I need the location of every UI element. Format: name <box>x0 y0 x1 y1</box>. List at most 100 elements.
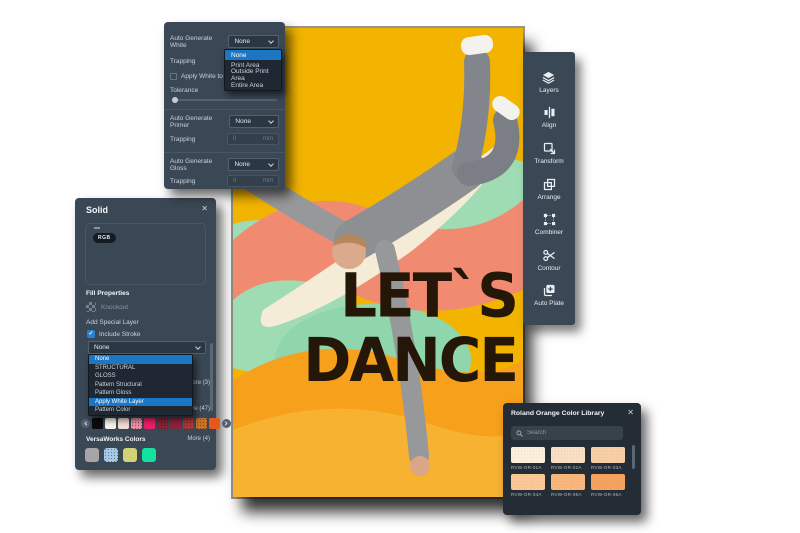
tool-transform[interactable]: Transform <box>534 141 563 165</box>
fill-color-preview[interactable]: RGB <box>85 223 206 285</box>
library-swatch-cell[interactable]: RVW-OR-06A <box>591 474 625 497</box>
close-icon[interactable]: ✕ <box>627 408 634 417</box>
poster-headline-line1: LET`S <box>303 264 517 328</box>
white-trapping-label: Trapping <box>170 58 195 65</box>
versaworks-colors-label: VersaWorks Colors <box>86 436 146 443</box>
design-workspace: LET`S DANCE Auto Generate White None Tra… <box>0 0 800 533</box>
knockout-checker-icon[interactable] <box>86 302 96 312</box>
auto-generate-white-select[interactable]: None <box>228 35 279 48</box>
versaworks-swatch[interactable] <box>123 448 137 462</box>
color-library-grid: RVW-OR-01A RVW-OR-02A RVW-OR-03A RVW-OR-04A… <box>511 447 627 497</box>
arrange-icon <box>542 177 557 192</box>
tool-arrange[interactable]: Arrange <box>537 177 560 201</box>
library-scrollbar[interactable] <box>632 445 635 469</box>
tool-contour[interactable]: Contour <box>537 248 560 272</box>
versaworks-swatch[interactable] <box>104 448 118 462</box>
auto-generate-primer-select[interactable]: None <box>229 115 279 128</box>
auto-plate-icon <box>542 283 557 298</box>
color-swatch[interactable] <box>118 418 129 429</box>
include-stroke-checkbox[interactable]: ✓ <box>87 330 95 338</box>
spot-color-strip <box>81 418 211 429</box>
library-swatch-name: RVW-OR-04A <box>511 492 545 497</box>
scroll-right-icon[interactable] <box>222 419 231 428</box>
color-swatch[interactable] <box>157 418 168 429</box>
dropdown-option[interactable]: STRUCTURAL <box>89 364 192 373</box>
library-color-swatch[interactable] <box>511 447 545 463</box>
dropdown-option[interactable]: None <box>89 355 192 364</box>
search-icon <box>516 430 523 437</box>
color-swatch[interactable] <box>105 418 116 429</box>
versaworks-swatch[interactable] <box>142 448 156 462</box>
select-value: None <box>234 161 250 168</box>
color-swatch[interactable] <box>92 418 103 429</box>
special-layer-select[interactable]: None <box>88 341 206 354</box>
color-library-search[interactable] <box>511 426 623 440</box>
library-color-swatch[interactable] <box>591 474 625 490</box>
knockout-label: Knockout <box>101 304 128 311</box>
tool-auto-plate[interactable]: Auto Plate <box>534 283 564 307</box>
color-swatch[interactable] <box>183 418 194 429</box>
align-icon <box>542 105 557 120</box>
library-color-swatch[interactable] <box>511 474 545 490</box>
versaworks-color-strip <box>85 448 156 462</box>
dropdown-option[interactable]: GLOSS <box>89 372 192 381</box>
library-swatch-cell[interactable]: RVW-OR-01A <box>511 447 545 470</box>
solid-panel: Solid ✕ RGB Fill Properties Knockout Add… <box>75 198 216 470</box>
versaworks-swatch[interactable] <box>85 448 99 462</box>
color-library-title: Roland Orange Color Library <box>511 410 604 417</box>
combiner-icon <box>542 212 557 227</box>
color-swatch[interactable] <box>209 418 220 429</box>
gloss-trapping-input[interactable]: 0 mm <box>227 175 279 187</box>
primer-trapping-label: Trapping <box>170 136 195 143</box>
trapping-value: 0 <box>233 136 236 142</box>
color-swatch[interactable] <box>131 418 142 429</box>
library-swatch-name: RVW-OR-01A <box>511 465 545 470</box>
library-color-swatch[interactable] <box>591 447 625 463</box>
transform-icon <box>542 141 557 156</box>
auto-generate-gloss-label: Auto Generate Gloss <box>170 158 228 172</box>
dropdown-option[interactable]: Outside Print Area <box>225 70 281 80</box>
library-swatch-cell[interactable]: RVW-OR-04A <box>511 474 545 497</box>
tool-align[interactable]: Align <box>542 105 557 129</box>
library-swatch-name: RVW-OR-05A <box>551 492 585 497</box>
tolerance-slider[interactable] <box>172 99 277 101</box>
select-value: None <box>94 344 110 351</box>
dropdown-option[interactable]: Pattern Gloss <box>89 389 192 398</box>
scroll-left-icon[interactable] <box>81 419 90 428</box>
tolerance-slider-thumb[interactable] <box>172 97 178 103</box>
fill-properties-label: Fill Properties <box>86 290 129 297</box>
tolerance-label: Tolerance <box>170 87 198 94</box>
dropdown-option[interactable]: Pattern Structural <box>89 381 192 390</box>
dropdown-option[interactable]: Apply White Layer <box>89 398 192 407</box>
color-library-panel: Roland Orange Color Library ✕ RVW-OR-01A… <box>503 403 641 515</box>
select-value: None <box>235 118 251 125</box>
tool-layers[interactable]: Layers <box>539 70 559 94</box>
dropdown-option[interactable]: None <box>225 50 281 60</box>
auto-generate-white-label: Auto Generate White <box>170 35 228 49</box>
library-color-swatch[interactable] <box>551 447 585 463</box>
library-swatch-name: RVW-OR-03A <box>591 465 625 470</box>
color-swatch[interactable] <box>196 418 207 429</box>
layers-icon <box>541 70 556 85</box>
auto-generate-gloss-select[interactable]: None <box>228 158 279 171</box>
library-color-swatch[interactable] <box>551 474 585 490</box>
more-versaworks-link[interactable]: More (4) <box>187 436 210 442</box>
contour-icon <box>542 248 557 263</box>
color-swatch[interactable] <box>144 418 155 429</box>
primer-trapping-input[interactable]: 0 mm <box>227 133 279 145</box>
library-swatch-cell[interactable]: RVW-OR-02A <box>551 447 585 470</box>
chevron-down-icon <box>195 344 201 350</box>
close-icon[interactable]: ✕ <box>201 204 208 213</box>
poster-headline: LET`S DANCE <box>303 264 517 393</box>
tool-combiner[interactable]: Combiner <box>535 212 563 236</box>
color-swatch[interactable] <box>170 418 181 429</box>
library-swatch-cell[interactable]: RVW-OR-03A <box>591 447 625 470</box>
tool-label: Align <box>542 122 556 129</box>
auto-generate-white-dropdown: NonePrint AreaOutside Print AreaEntire A… <box>224 49 282 91</box>
search-input[interactable] <box>527 430 607 436</box>
trapping-unit: mm <box>263 178 273 184</box>
solid-panel-scrollbar[interactable] <box>210 343 213 411</box>
dropdown-option[interactable]: Pattern Color <box>89 406 192 415</box>
library-swatch-cell[interactable]: RVW-OR-05A <box>551 474 585 497</box>
apply-white-checkbox[interactable] <box>170 73 177 80</box>
